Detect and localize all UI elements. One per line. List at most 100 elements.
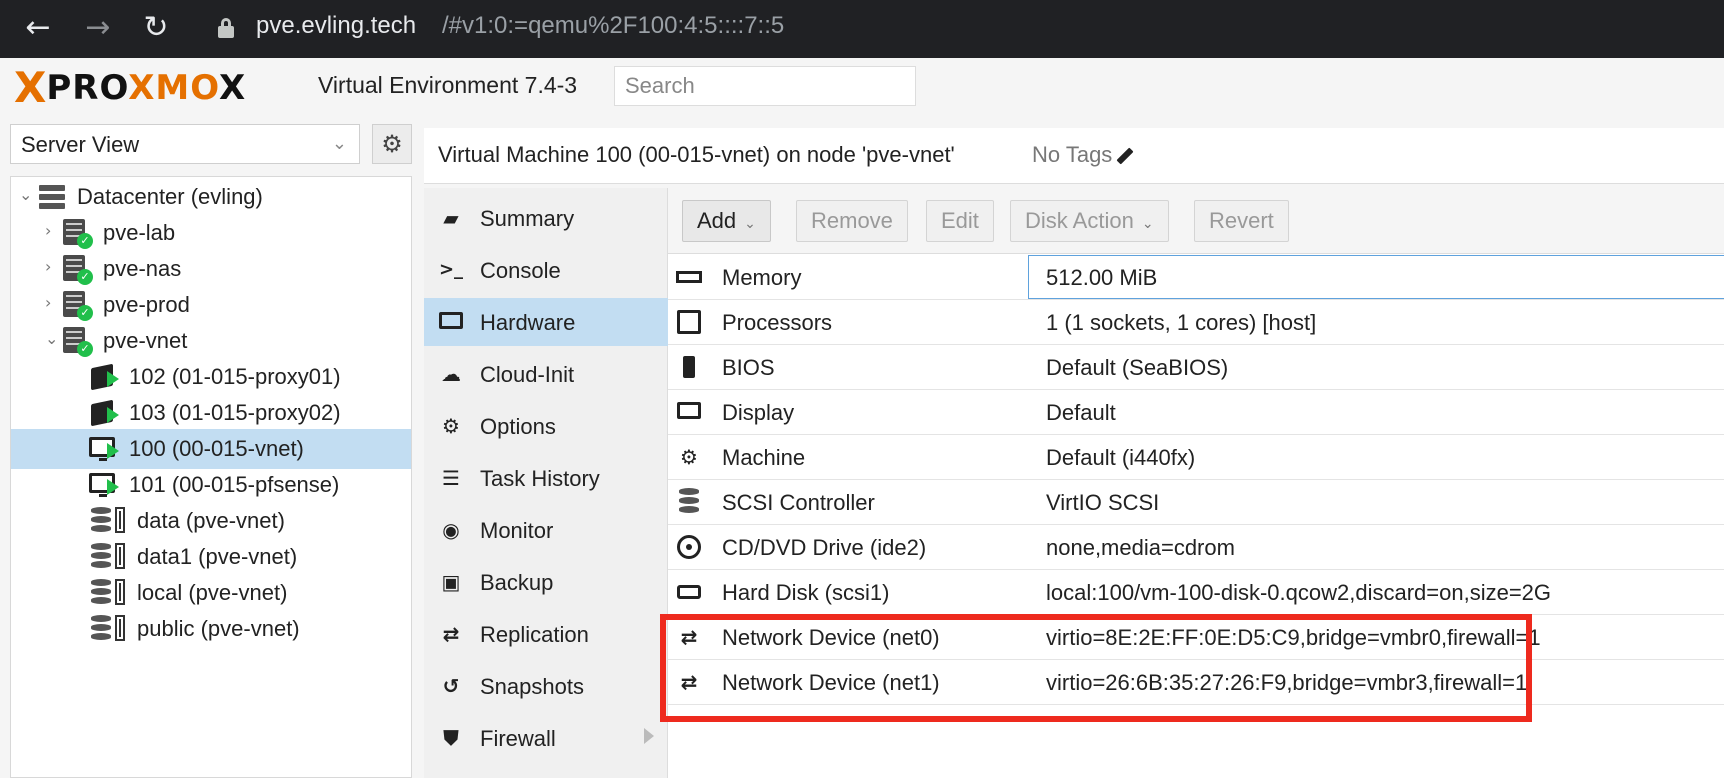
tree-item-label: pve-prod: [103, 292, 190, 317]
tags-editor[interactable]: No Tags: [1032, 142, 1134, 168]
status-ok-icon: ✓: [77, 269, 93, 285]
tree-item-container[interactable]: 103 (01-015-proxy02): [11, 393, 411, 433]
tree-item-label: public (pve-vnet): [137, 616, 300, 641]
nav-item-firewall[interactable]: ⛊ Firewall: [424, 714, 668, 762]
reload-icon[interactable]: ↻: [132, 4, 180, 52]
view-selector-value: Server View: [21, 132, 140, 157]
nav-item-console[interactable]: >_ Console: [424, 246, 668, 294]
storage-icon: [115, 579, 125, 605]
tree-item-datacenter[interactable]: ⌄ Datacenter (evling): [11, 177, 411, 217]
forward-arrow-icon[interactable]: →: [74, 4, 122, 52]
hardware-name: Memory: [722, 265, 802, 290]
eye-icon: ◉: [442, 518, 460, 542]
gear-icon: ⚙: [381, 130, 403, 158]
tree-item-label: pve-nas: [103, 256, 182, 281]
storage-icon: [115, 615, 125, 641]
tree-item-label: 100 (00-015-vnet): [129, 436, 304, 461]
search-input[interactable]: [614, 66, 916, 106]
cloud-icon: ☁: [441, 362, 461, 386]
chevron-down-icon: ⌄: [331, 133, 347, 154]
tree-item-storage[interactable]: public (pve-vnet): [11, 609, 411, 649]
nav-item-label: Firewall: [480, 726, 556, 751]
terminal-icon: >_: [438, 259, 464, 280]
tree-item-label: pve-lab: [103, 220, 176, 245]
hardware-row-scsi-controller[interactable]: SCSI Controller VirtIO SCSI: [668, 480, 1724, 525]
tree-item-label: Datacenter (evling): [77, 184, 263, 209]
tree-item-vm[interactable]: 101 (00-015-pfsense): [11, 465, 411, 505]
vm-navigation: ▰ Summary >_ Console Hardware ☁ Cloud-In…: [424, 188, 668, 778]
chevron-down-icon[interactable]: ⌄: [45, 329, 61, 348]
tree-item-node[interactable]: › ✓ pve-lab: [11, 213, 411, 253]
hardware-row-hard-disk[interactable]: Hard Disk (scsi1) local:100/vm-100-disk-…: [668, 570, 1724, 615]
nav-item-options[interactable]: ⚙ Options: [424, 402, 668, 450]
running-icon: [107, 479, 119, 495]
tree-item-node[interactable]: › ✓ pve-prod: [11, 285, 411, 325]
memory-icon: [676, 265, 702, 289]
tree-item-storage[interactable]: data1 (pve-vnet): [11, 537, 411, 577]
nav-item-label: Monitor: [480, 518, 554, 543]
nav-item-task-history[interactable]: ☰ Task History: [424, 454, 668, 502]
list-icon: ☰: [442, 466, 460, 490]
chevron-down-icon: ⌄: [1141, 216, 1154, 232]
nav-item-snapshots[interactable]: ↺ Snapshots: [424, 662, 668, 710]
tree-item-label: local (pve-vnet): [137, 580, 288, 605]
tree-item-storage[interactable]: data (pve-vnet): [11, 501, 411, 541]
cdrom-icon: [676, 535, 702, 559]
disk-action-button[interactable]: Disk Action ⌄: [1010, 200, 1169, 242]
tree-item-label: pve-vnet: [103, 328, 188, 353]
nav-item-replication[interactable]: ⇄ Replication: [424, 610, 668, 658]
nav-item-backup[interactable]: ▣ Backup: [424, 558, 668, 606]
address-bar[interactable]: pve.evling.tech /#v1:0:=qemu%2F100:4:5::…: [200, 6, 1724, 52]
nav-item-label: Task History: [480, 466, 600, 491]
tree-item-node[interactable]: › ✓ pve-nas: [11, 249, 411, 289]
running-icon: [107, 443, 119, 459]
tree-item-label: 103 (01-015-proxy02): [129, 400, 341, 425]
tree-settings-button[interactable]: ⚙: [372, 124, 412, 164]
pencil-icon[interactable]: [1116, 147, 1134, 165]
nav-item-cloud-init[interactable]: ☁ Cloud-Init: [424, 350, 668, 398]
submenu-arrow-icon: [644, 728, 654, 744]
url-path: /#v1:0:=qemu%2F100:4:5::::7::5: [442, 12, 785, 39]
tree-item-container[interactable]: 102 (01-015-proxy01): [11, 357, 411, 397]
desktop-icon: [676, 400, 702, 424]
url-host: pve.evling.tech: [256, 12, 417, 39]
remove-button[interactable]: Remove: [796, 200, 908, 242]
tree-item-label: data (pve-vnet): [137, 508, 285, 533]
tree-item-node[interactable]: ⌄ ✓ pve-vnet: [11, 321, 411, 361]
chevron-right-icon[interactable]: ›: [45, 257, 61, 276]
tree-item-label: data1 (pve-vnet): [137, 544, 298, 569]
add-button[interactable]: Add ⌄: [682, 200, 771, 242]
hardware-value: local:100/vm-100-disk-0.qcow2,discard=on…: [1046, 580, 1552, 605]
database-icon: [91, 507, 111, 533]
hardware-row-cdrom[interactable]: CD/DVD Drive (ide2) none,media=cdrom: [668, 525, 1724, 570]
product-version-title: Virtual Environment 7.4-3: [318, 72, 578, 98]
tree-item-storage[interactable]: local (pve-vnet): [11, 573, 411, 613]
back-arrow-icon[interactable]: ←: [14, 4, 62, 52]
hardware-row-bios[interactable]: BIOS Default (SeaBIOS): [668, 345, 1724, 390]
tree-item-label: 102 (01-015-proxy01): [129, 364, 341, 389]
running-icon: [107, 371, 119, 387]
nav-item-summary[interactable]: ▰ Summary: [424, 194, 668, 242]
view-selector[interactable]: Server View ⌄: [10, 124, 360, 164]
edit-button[interactable]: Edit: [926, 200, 994, 242]
status-ok-icon: ✓: [77, 233, 93, 249]
browser-toolbar: ← → ↻ pve.evling.tech /#v1:0:=qemu%2F100…: [0, 0, 1724, 58]
nav-item-hardware[interactable]: Hardware: [424, 298, 668, 346]
hardware-row-machine[interactable]: ⚙ Machine Default (i440fx): [668, 435, 1724, 480]
database-icon: [91, 543, 111, 569]
nav-item-monitor[interactable]: ◉ Monitor: [424, 506, 668, 554]
revert-button[interactable]: Revert: [1194, 200, 1289, 242]
hardware-row-memory[interactable]: Memory 512.00 MiB: [668, 255, 1724, 300]
hardware-row-display[interactable]: Display Default: [668, 390, 1724, 435]
hardware-name: Display: [722, 400, 795, 425]
tags-label: No Tags: [1032, 142, 1113, 167]
tree-item-vm-selected[interactable]: 100 (00-015-vnet): [11, 429, 411, 469]
shield-icon: ⛊: [443, 726, 459, 750]
hardware-value: 1 (1 sockets, 1 cores) [host]: [1046, 310, 1317, 335]
hardware-row-processors[interactable]: Processors 1 (1 sockets, 1 cores) [host]: [668, 300, 1724, 345]
chevron-right-icon[interactable]: ›: [45, 221, 61, 240]
chevron-right-icon[interactable]: ›: [45, 293, 61, 312]
hardware-value: Default (SeaBIOS): [1046, 355, 1229, 380]
chevron-down-icon[interactable]: ⌄: [19, 185, 35, 204]
database-icon: [91, 615, 111, 641]
